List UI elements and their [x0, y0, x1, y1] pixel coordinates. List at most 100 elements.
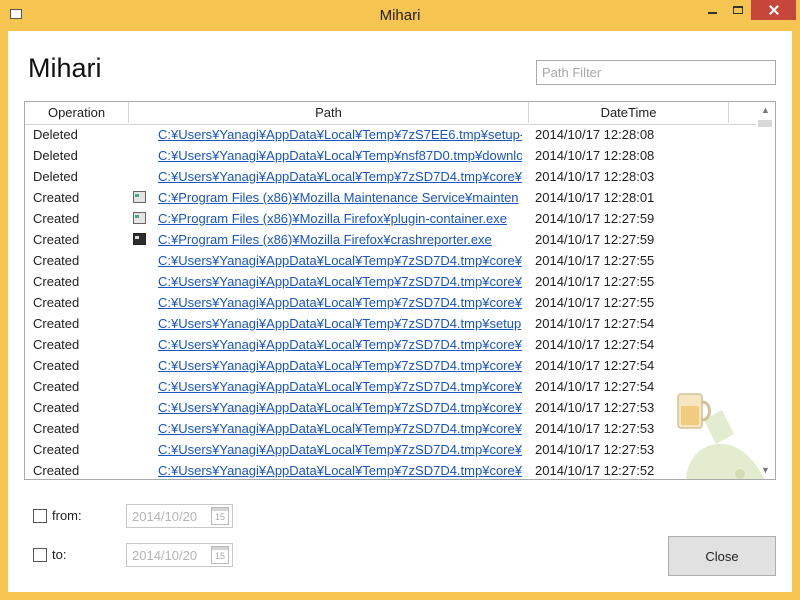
operation-cell: Deleted: [33, 127, 78, 142]
column-header-path[interactable]: Path: [129, 102, 529, 123]
table-row[interactable]: Created C:¥Users¥Yanagi¥AppData¥Local¥Tem…: [25, 376, 756, 397]
close-button[interactable]: Close: [668, 536, 776, 576]
path-link[interactable]: C:¥Users¥Yanagi¥AppData¥Local¥Temp¥7zSD7…: [158, 337, 522, 352]
from-checkbox[interactable]: [33, 509, 47, 523]
datetime-cell: 2014/10/17 12:27:55: [535, 274, 655, 289]
scroll-thumb[interactable]: [758, 120, 772, 127]
from-date-picker[interactable]: 2014/10/20 15: [126, 504, 233, 528]
datetime-cell: 2014/10/17 12:28:03: [535, 169, 655, 184]
table-row[interactable]: Created C:¥Program Files (x86)¥Mozilla Ma…: [25, 187, 756, 208]
path-link[interactable]: C:¥Users¥Yanagi¥AppData¥Local¥Temp¥7zSD7…: [158, 463, 522, 478]
from-label: from:: [52, 508, 82, 523]
operation-cell: Created: [33, 274, 80, 289]
app-heading: Mihari: [28, 53, 102, 83]
table-row[interactable]: Created C:¥Users¥Yanagi¥AppData¥Local¥Tem…: [25, 355, 756, 376]
table-row[interactable]: Created C:¥Program Files (x86)¥Mozilla Fi…: [25, 229, 756, 250]
from-date-value: 2014/10/20: [132, 509, 198, 524]
operation-cell: Created: [33, 400, 80, 415]
crashreporter-icon: [133, 233, 146, 245]
to-date-picker[interactable]: 2014/10/20 15: [126, 543, 233, 567]
datetime-cell: 2014/10/17 12:28:08: [535, 148, 655, 163]
datetime-cell: 2014/10/17 12:27:54: [535, 379, 655, 394]
datetime-cell: 2014/10/17 12:28:01: [535, 190, 655, 205]
operation-cell: Created: [33, 232, 80, 247]
to-date-value: 2014/10/20: [132, 548, 198, 563]
to-checkbox[interactable]: [33, 548, 47, 562]
path-link[interactable]: C:¥Users¥Yanagi¥AppData¥Local¥Temp¥nsf87…: [158, 148, 522, 163]
table-row[interactable]: Created C:¥Users¥Yanagi¥AppData¥Local¥Tem…: [25, 460, 756, 479]
datetime-cell: 2014/10/17 12:27:59: [535, 232, 655, 247]
path-link[interactable]: C:¥Users¥Yanagi¥AppData¥Local¥Temp¥7zSD7…: [158, 295, 522, 310]
path-link[interactable]: C:¥Users¥Yanagi¥AppData¥Local¥Temp¥7zSD7…: [158, 379, 522, 394]
column-header-datetime[interactable]: DateTime: [529, 102, 729, 123]
path-link[interactable]: C:¥Program Files (x86)¥Mozilla Maintenan…: [158, 190, 522, 205]
path-link[interactable]: C:¥Users¥Yanagi¥AppData¥Local¥Temp¥7zSD7…: [158, 358, 522, 373]
table-row[interactable]: Created C:¥Users¥Yanagi¥AppData¥Local¥Tem…: [25, 250, 756, 271]
datetime-cell: 2014/10/17 12:28:08: [535, 127, 655, 142]
path-link[interactable]: C:¥Users¥Yanagi¥AppData¥Local¥Temp¥7zSD7…: [158, 169, 522, 184]
datetime-cell: 2014/10/17 12:27:54: [535, 337, 655, 352]
operation-cell: Created: [33, 442, 80, 457]
events-grid: Operation Path DateTime Deleted C:¥Users¥…: [24, 101, 776, 480]
mascot-beer-icon: [677, 393, 764, 479]
table-row[interactable]: Created C:¥Users¥Yanagi¥AppData¥Local¥Tem…: [25, 271, 756, 292]
title-bar[interactable]: Mihari: [0, 0, 800, 32]
path-link[interactable]: C:¥Users¥Yanagi¥AppData¥Local¥Temp¥7zS7E…: [158, 127, 522, 142]
operation-cell: Created: [33, 421, 80, 436]
grid-header: Operation Path DateTime: [25, 102, 756, 125]
operation-cell: Created: [33, 295, 80, 310]
maximize-button[interactable]: [726, 0, 751, 20]
scroll-up-arrow-icon[interactable]: ▲: [756, 102, 775, 119]
datetime-cell: 2014/10/17 12:27:55: [535, 295, 655, 310]
datetime-cell: 2014/10/17 12:27:53: [535, 442, 655, 457]
datetime-cell: 2014/10/17 12:27:53: [535, 400, 655, 415]
exe-icon: [133, 212, 146, 224]
operation-cell: Created: [33, 316, 80, 331]
operation-cell: Created: [33, 463, 80, 478]
table-row[interactable]: Deleted C:¥Users¥Yanagi¥AppData¥Local¥Tem…: [25, 166, 756, 187]
calendar-icon[interactable]: 15: [211, 546, 229, 564]
path-link[interactable]: C:¥Users¥Yanagi¥AppData¥Local¥Temp¥7zSD7…: [158, 274, 522, 289]
datetime-cell: 2014/10/17 12:27:52: [535, 463, 655, 478]
path-link[interactable]: C:¥Users¥Yanagi¥AppData¥Local¥Temp¥7zSD7…: [158, 253, 522, 268]
operation-cell: Created: [33, 337, 80, 352]
window-title: Mihari: [379, 7, 421, 24]
table-row[interactable]: Created C:¥Users¥Yanagi¥AppData¥Local¥Tem…: [25, 418, 756, 439]
column-header-operation[interactable]: Operation: [25, 102, 129, 123]
operation-cell: Created: [33, 379, 80, 394]
close-window-button[interactable]: [751, 0, 796, 20]
table-row[interactable]: Created C:¥Program Files (x86)¥Mozilla Fi…: [25, 208, 756, 229]
table-row[interactable]: Created C:¥Users¥Yanagi¥AppData¥Local¥Tem…: [25, 313, 756, 334]
minimize-button[interactable]: [700, 0, 726, 20]
path-link[interactable]: C:¥Users¥Yanagi¥AppData¥Local¥Temp¥7zSD7…: [158, 316, 522, 331]
table-row[interactable]: Deleted C:¥Users¥Yanagi¥AppData¥Local¥Tem…: [25, 124, 756, 145]
datetime-cell: 2014/10/17 12:27:54: [535, 316, 655, 331]
path-link[interactable]: C:¥Users¥Yanagi¥AppData¥Local¥Temp¥7zSD7…: [158, 400, 522, 415]
operation-cell: Deleted: [33, 148, 78, 163]
client-area: Mihari Operation Path DateTime Deleted C:…: [8, 31, 792, 592]
path-link[interactable]: C:¥Program Files (x86)¥Mozilla Firefox¥c…: [158, 232, 522, 247]
table-row[interactable]: Created C:¥Users¥Yanagi¥AppData¥Local¥Tem…: [25, 334, 756, 355]
table-row[interactable]: Deleted C:¥Users¥Yanagi¥AppData¥Local¥Tem…: [25, 145, 756, 166]
operation-cell: Created: [33, 190, 80, 205]
datetime-cell: 2014/10/17 12:27:59: [535, 211, 655, 226]
operation-cell: Created: [33, 253, 80, 268]
path-link[interactable]: C:¥Users¥Yanagi¥AppData¥Local¥Temp¥7zSD7…: [158, 442, 522, 457]
operation-cell: Deleted: [33, 169, 78, 184]
to-label: to:: [52, 547, 67, 562]
path-link[interactable]: C:¥Users¥Yanagi¥AppData¥Local¥Temp¥7zSD7…: [158, 421, 522, 436]
datetime-cell: 2014/10/17 12:27:53: [535, 421, 655, 436]
exe-icon: [133, 191, 146, 203]
operation-cell: Created: [33, 211, 80, 226]
grid-rows: Deleted C:¥Users¥Yanagi¥AppData¥Local¥Tem…: [25, 124, 756, 479]
app-window: Mihari Mihari Operation Path DateTime De…: [0, 0, 800, 600]
table-row[interactable]: Created C:¥Users¥Yanagi¥AppData¥Local¥Tem…: [25, 397, 756, 418]
operation-cell: Created: [33, 358, 80, 373]
datetime-cell: 2014/10/17 12:27:54: [535, 358, 655, 373]
path-link[interactable]: C:¥Program Files (x86)¥Mozilla Firefox¥p…: [158, 211, 522, 226]
table-row[interactable]: Created C:¥Users¥Yanagi¥AppData¥Local¥Tem…: [25, 439, 756, 460]
table-row[interactable]: Created C:¥Users¥Yanagi¥AppData¥Local¥Tem…: [25, 292, 756, 313]
path-filter-input[interactable]: [536, 60, 776, 85]
calendar-icon[interactable]: 15: [211, 507, 229, 525]
datetime-cell: 2014/10/17 12:27:55: [535, 253, 655, 268]
